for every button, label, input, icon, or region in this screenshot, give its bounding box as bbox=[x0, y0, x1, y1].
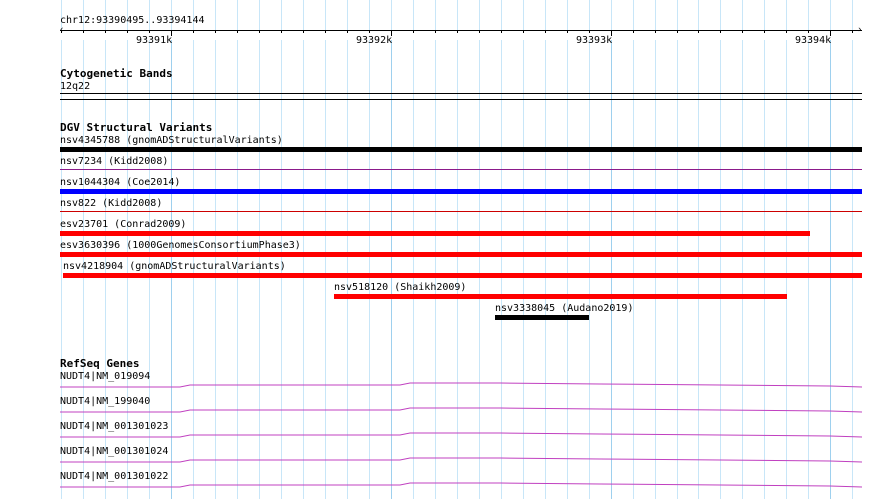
ruler-minor-tick bbox=[105, 30, 106, 33]
dgv-item-bar[interactable] bbox=[60, 211, 862, 212]
cytoband-track-title: Cytogenetic Bands bbox=[60, 67, 173, 80]
ruler-minor-tick bbox=[764, 30, 765, 33]
ruler-tick-label: 93394k bbox=[795, 35, 832, 46]
refseq-gene-label[interactable]: NUDT4|NM_199040 bbox=[60, 396, 150, 407]
ruler-minor-tick bbox=[567, 30, 568, 33]
dgv-item-label: esv23701 (Conrad2009) bbox=[60, 219, 187, 230]
ruler-minor-tick bbox=[720, 30, 721, 33]
ruler-minor-tick bbox=[369, 30, 370, 33]
ruler-minor-tick bbox=[259, 30, 260, 33]
dgv-item-bar[interactable] bbox=[60, 189, 862, 194]
ruler-minor-tick bbox=[193, 30, 194, 33]
refseq-gene-label[interactable]: NUDT4|NM_019094 bbox=[60, 371, 150, 382]
ruler-minor-tick bbox=[479, 30, 480, 33]
ruler-minor-tick bbox=[83, 30, 84, 33]
ruler-minor-tick bbox=[786, 30, 787, 33]
refseq-gene-label[interactable]: NUDT4|NM_001301022 bbox=[60, 471, 168, 482]
refseq-gene-line bbox=[60, 407, 863, 413]
dgv-item-bar[interactable] bbox=[60, 231, 810, 236]
dgv-item-label: nsv822 (Kidd2008) bbox=[60, 198, 163, 209]
ruler-minor-tick bbox=[325, 30, 326, 33]
ruler-minor-tick bbox=[501, 30, 502, 33]
ruler-minor-tick bbox=[149, 30, 150, 33]
cytoband-line-bottom bbox=[60, 99, 862, 100]
ruler-minor-tick bbox=[698, 30, 699, 33]
cytoband-label: 12q22 bbox=[60, 81, 91, 92]
refseq-gene-label[interactable]: NUDT4|NM_001301023 bbox=[60, 421, 168, 432]
ruler-minor-tick bbox=[808, 30, 809, 33]
dgv-item-bar[interactable] bbox=[60, 147, 862, 152]
dgv-item-label: nsv1044304 (Coe2014) bbox=[60, 177, 181, 188]
location-label: chr12:93390495..93394144 bbox=[60, 15, 205, 26]
ruler-minor-tick bbox=[303, 30, 304, 33]
dgv-item-bar[interactable] bbox=[60, 252, 862, 257]
dgv-item-bar[interactable] bbox=[63, 273, 862, 278]
ruler-minor-tick bbox=[127, 30, 128, 33]
dgv-item-label: nsv3338045 (Audano2019) bbox=[495, 303, 634, 314]
ruler-minor-tick bbox=[237, 30, 238, 33]
refseq-gene-line bbox=[60, 382, 863, 388]
ruler-minor-tick bbox=[281, 30, 282, 33]
refseq-gene-label[interactable]: NUDT4|NM_001301024 bbox=[60, 446, 168, 457]
ruler-right-arrow: › bbox=[857, 25, 863, 35]
dgv-item-label: esv3630396 (1000GenomesConsortiumPhase3) bbox=[60, 240, 301, 251]
ruler-minor-tick bbox=[435, 30, 436, 33]
refseq-gene-line bbox=[60, 457, 863, 463]
cytoband-line-top bbox=[60, 93, 862, 94]
ruler-minor-tick bbox=[523, 30, 524, 33]
refseq-track-title: RefSeq Genes bbox=[60, 357, 140, 370]
ruler-minor-tick bbox=[742, 30, 743, 33]
dgv-item-label: nsv518120 (Shaikh2009) bbox=[334, 282, 467, 293]
ruler-minor-tick bbox=[413, 30, 414, 33]
ruler-minor-tick bbox=[215, 30, 216, 33]
ruler-tick-label: 93392k bbox=[356, 35, 393, 46]
ruler-minor-tick bbox=[852, 30, 853, 33]
dgv-item-label: nsv4218904 (gnomADStructuralVariants) bbox=[63, 261, 286, 272]
ruler-tick-label: 93391k bbox=[136, 35, 173, 46]
dgv-item-label: nsv7234 (Kidd2008) bbox=[60, 156, 169, 167]
dgv-item-label: nsv4345788 (gnomADStructuralVariants) bbox=[60, 135, 283, 146]
ruler-minor-tick bbox=[457, 30, 458, 33]
ruler-tick-label: 93393k bbox=[576, 35, 613, 46]
dgv-item-bar[interactable] bbox=[334, 294, 787, 299]
ruler-minor-tick bbox=[61, 30, 62, 33]
ruler-minor-tick bbox=[633, 30, 634, 33]
ruler-minor-tick bbox=[589, 30, 590, 33]
dgv-track-title: DGV Structural Variants bbox=[60, 121, 213, 134]
dgv-item-bar[interactable] bbox=[495, 315, 589, 320]
refseq-gene-line bbox=[60, 432, 863, 438]
ruler-minor-tick bbox=[655, 30, 656, 33]
dgv-item-bar[interactable] bbox=[60, 169, 862, 170]
ruler-minor-tick bbox=[677, 30, 678, 33]
ruler-minor-tick bbox=[347, 30, 348, 33]
refseq-gene-line bbox=[60, 482, 863, 488]
ruler-minor-tick bbox=[545, 30, 546, 33]
